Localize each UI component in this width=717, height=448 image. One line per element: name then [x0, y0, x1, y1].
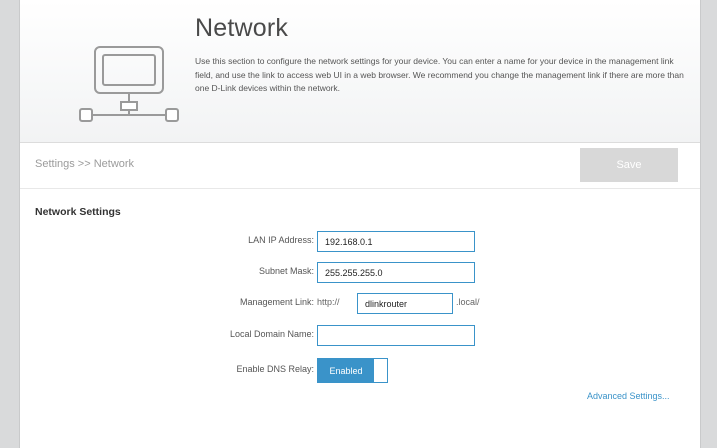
management-link-label: Management Link:	[239, 297, 314, 307]
management-link-input[interactable]: dlinkrouter	[357, 293, 453, 314]
divider	[20, 188, 700, 189]
page-description: Use this section to configure the networ…	[195, 56, 684, 93]
management-link-prefix: http://	[317, 297, 340, 307]
settings-panel: Network Use this section to configure th…	[19, 0, 701, 448]
dns-relay-toggle-state: Enabled	[318, 359, 374, 382]
management-link-suffix: .local/	[456, 297, 480, 307]
dns-relay-toggle[interactable]: Enabled	[317, 358, 388, 383]
page-title: Network	[195, 14, 289, 42]
local-domain-label: Local Domain Name:	[229, 329, 314, 339]
lan-ip-input[interactable]: 192.168.0.1	[317, 231, 475, 252]
subnet-mask-input[interactable]: 255.255.255.0	[317, 262, 475, 283]
network-monitor-icon	[79, 46, 179, 122]
dns-relay-label: Enable DNS Relay:	[236, 364, 314, 374]
local-domain-input[interactable]	[317, 325, 475, 346]
section-title: Network Settings	[35, 206, 121, 218]
page-header: Network Use this section to configure th…	[20, 0, 700, 143]
breadcrumb: Settings >> Network	[35, 158, 135, 170]
subnet-mask-label: Subnet Mask:	[258, 266, 314, 276]
save-button[interactable]: Save	[580, 148, 678, 182]
advanced-settings-link[interactable]: Advanced Settings...	[587, 391, 670, 401]
lan-ip-label: LAN IP Address:	[248, 235, 314, 245]
